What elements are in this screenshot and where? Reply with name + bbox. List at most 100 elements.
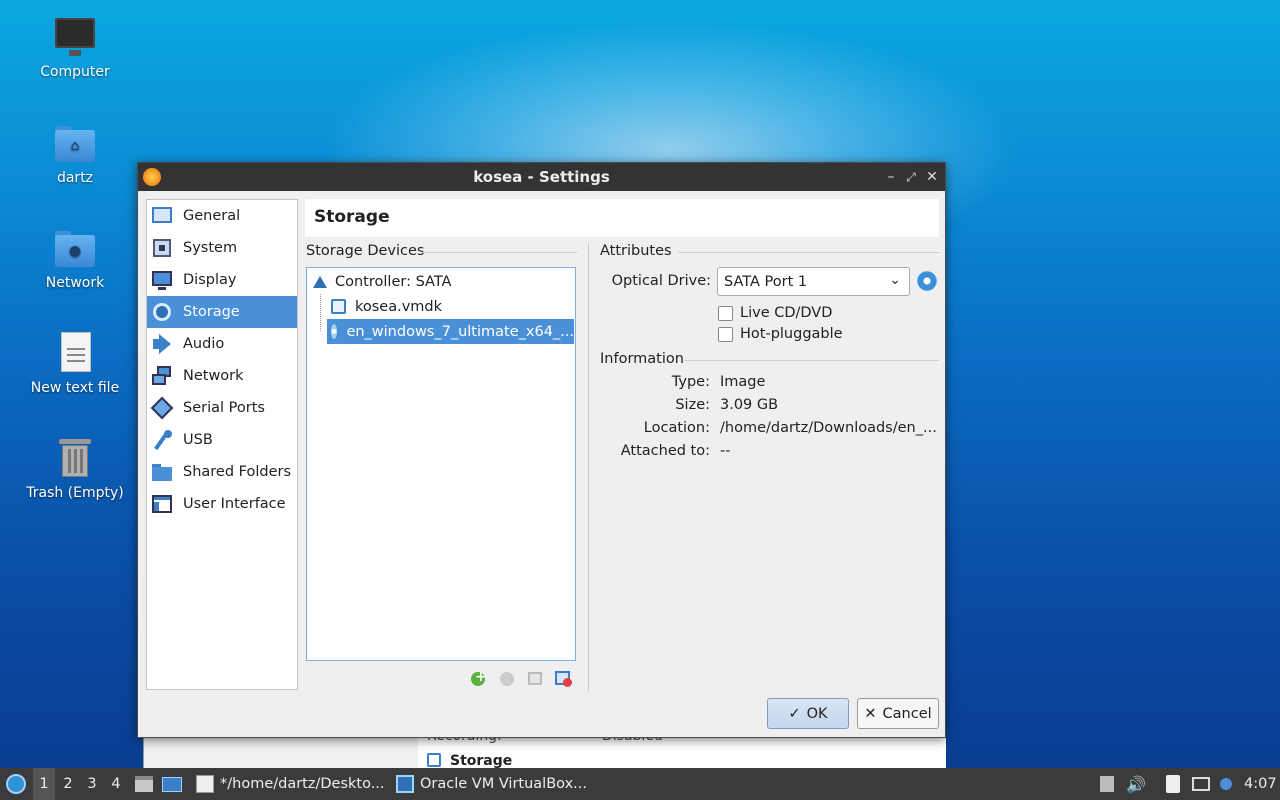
nav-item-label: Display xyxy=(183,272,237,288)
controller-icon xyxy=(313,275,327,288)
show-desktop-icon[interactable] xyxy=(161,768,183,800)
user-interface-icon xyxy=(151,493,173,515)
nav-item-label: General xyxy=(183,208,241,224)
divider xyxy=(422,252,577,253)
storage-section-label: Storage xyxy=(450,753,513,769)
size-value: 3.09 GB xyxy=(720,397,779,413)
nav-item-user-interface[interactable]: User Interface xyxy=(147,488,297,520)
attached-to-value: -- xyxy=(720,443,731,459)
desktop-icon-label: Computer xyxy=(40,64,110,80)
nav-item-label: System xyxy=(183,240,238,256)
pane-divider xyxy=(588,243,589,691)
network-status-icon[interactable] xyxy=(1190,768,1212,800)
task-label: Oracle VM VirtualBox... xyxy=(420,776,587,792)
close-icon: ✕ xyxy=(864,705,877,722)
ok-button[interactable]: ✓ OK xyxy=(767,698,849,729)
optical-drive-select[interactable]: SATA Port 1 ⌄ xyxy=(717,267,910,296)
nav-item-label: Audio xyxy=(183,336,225,352)
text-file-icon xyxy=(53,332,97,376)
checkmark-icon: ✓ xyxy=(788,705,801,722)
choose-disk-icon[interactable] xyxy=(917,271,937,291)
display-icon xyxy=(151,269,173,291)
text-editor-icon xyxy=(196,775,214,793)
storage-icon xyxy=(151,301,173,323)
desktop-icon-trash[interactable]: Trash (Empty) xyxy=(20,437,130,501)
file-manager-icon[interactable] xyxy=(134,768,154,800)
nav-item-shared-folders[interactable]: Shared Folders xyxy=(147,456,297,488)
cancel-button-label: Cancel xyxy=(882,705,932,722)
nav-item-label: Storage xyxy=(183,304,240,320)
add-attachment-icon[interactable] xyxy=(526,669,544,687)
desktop-icon-label: Trash (Empty) xyxy=(26,485,124,501)
clipboard-icon[interactable] xyxy=(1164,768,1182,800)
notification-icon[interactable] xyxy=(1217,768,1235,800)
hot-pluggable-checkbox[interactable] xyxy=(718,327,733,342)
page-title: Storage xyxy=(314,207,390,227)
hot-pluggable-label: Hot-pluggable xyxy=(740,326,843,342)
tree-item-label: en_windows_7_ultimate_x64_... xyxy=(346,323,574,340)
workspace-1[interactable]: 1 xyxy=(33,768,55,800)
nav-item-general[interactable]: General xyxy=(147,200,297,232)
remove-controller-icon[interactable] xyxy=(498,669,516,687)
settings-dialog: kosea - Settings – ⤢ ✕ General System Di… xyxy=(137,162,946,738)
size-label: Size: xyxy=(675,397,710,413)
add-controller-icon[interactable]: + xyxy=(470,669,488,687)
maximize-button[interactable]: ⤢ xyxy=(902,167,920,187)
serial-ports-icon xyxy=(150,396,174,420)
desktop-icon-new-text-file[interactable]: New text file xyxy=(20,332,130,396)
nav-item-label: Serial Ports xyxy=(183,400,265,416)
dialog-titlebar[interactable]: kosea - Settings – ⤢ ✕ xyxy=(138,163,945,191)
remove-attachment-icon[interactable] xyxy=(554,669,572,687)
location-value: /home/dartz/Downloads/en_... xyxy=(720,420,937,436)
location-label: Location: xyxy=(643,420,710,436)
network-icon xyxy=(151,365,173,387)
network-folder-icon: ● xyxy=(53,227,97,271)
storage-tree[interactable]: Controller: SATA kosea.vmdk en_windows_7… xyxy=(306,267,576,661)
taskbar: 1 2 3 4 */home/dartz/Deskto... Oracle VM… xyxy=(0,768,1280,800)
shared-folders-icon xyxy=(151,461,173,483)
attached-to-label: Attached to: xyxy=(620,443,710,459)
type-label: Type: xyxy=(671,374,710,390)
computer-icon xyxy=(53,16,97,60)
taskbar-task-text-editor[interactable]: */home/dartz/Deskto... xyxy=(192,768,388,800)
storage-devices-label: Storage Devices xyxy=(306,243,425,259)
clock[interactable]: 4:07 xyxy=(1244,768,1277,800)
taskbar-task-virtualbox[interactable]: Oracle VM VirtualBox... xyxy=(392,768,588,800)
workspace-3[interactable]: 3 xyxy=(81,768,103,800)
home-folder-icon: ⌂ xyxy=(53,122,97,166)
settings-nav-list: General System Display Storage Audio Net… xyxy=(146,199,298,690)
workspace-2[interactable]: 2 xyxy=(57,768,79,800)
attributes-label: Attributes xyxy=(600,243,672,259)
nav-item-audio[interactable]: Audio xyxy=(147,328,297,360)
cancel-button[interactable]: ✕ Cancel xyxy=(857,698,939,729)
workspace-4[interactable]: 4 xyxy=(105,768,127,800)
tree-item-windows-iso[interactable]: en_windows_7_ultimate_x64_... xyxy=(327,319,574,344)
nav-item-serial-ports[interactable]: Serial Ports xyxy=(147,392,297,424)
desktop-icon-computer[interactable]: Computer xyxy=(20,16,130,80)
dialog-title: kosea - Settings xyxy=(473,168,610,186)
usb-icon xyxy=(151,429,173,451)
desktop-icon-label: New text file xyxy=(30,380,120,396)
task-label: */home/dartz/Deskto... xyxy=(220,776,385,792)
nav-item-network[interactable]: Network xyxy=(147,360,297,392)
tree-item-kosea-vmdk[interactable]: kosea.vmdk xyxy=(327,294,575,319)
start-menu-icon[interactable] xyxy=(4,768,28,800)
nav-item-label: Network xyxy=(183,368,244,384)
optical-drive-value: SATA Port 1 xyxy=(724,274,808,290)
chevron-down-icon: ⌄ xyxy=(889,272,901,288)
tree-connector xyxy=(320,294,321,331)
nav-item-system[interactable]: System xyxy=(147,232,297,264)
divider xyxy=(678,252,939,253)
volume-icon[interactable]: 🔊 xyxy=(1126,768,1146,800)
tree-controller-sata[interactable]: Controller: SATA xyxy=(307,269,575,294)
desktop-icon-network[interactable]: ● Network xyxy=(20,227,130,291)
nav-item-usb[interactable]: USB xyxy=(147,424,297,456)
minimize-button[interactable]: – xyxy=(882,167,900,187)
eject-icon[interactable] xyxy=(1099,768,1115,800)
nav-item-display[interactable]: Display xyxy=(147,264,297,296)
ok-button-label: OK xyxy=(806,705,828,722)
live-cd-checkbox[interactable] xyxy=(718,306,733,321)
nav-item-storage[interactable]: Storage xyxy=(147,296,297,328)
desktop-icon-dartz[interactable]: ⌂ dartz xyxy=(20,122,130,186)
close-button[interactable]: ✕ xyxy=(923,167,941,187)
